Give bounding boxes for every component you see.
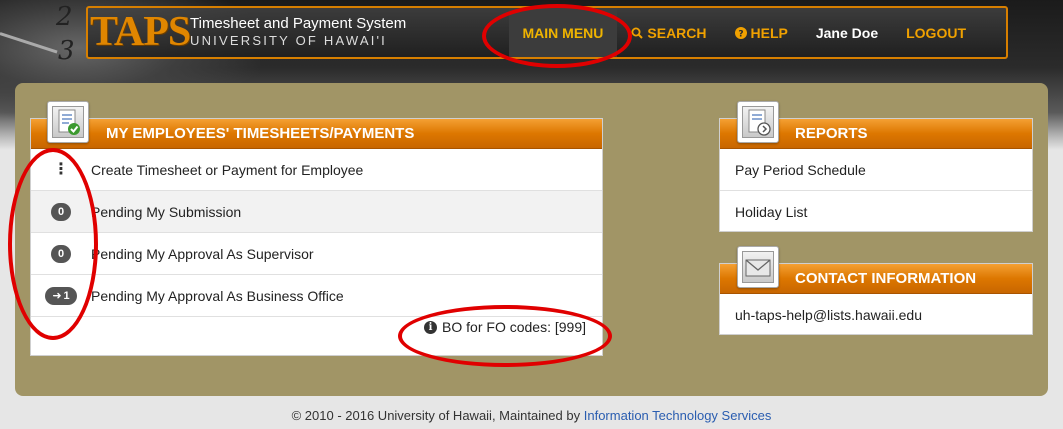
list-item-label: Create Timesheet or Payment for Employee (91, 161, 364, 178)
search-icon (631, 27, 644, 39)
kebab-menu-icon: ⋮ (53, 160, 69, 178)
report-link-holiday-list[interactable]: Holiday List (720, 191, 1032, 233)
list-item-pending-submission[interactable]: 0 Pending My Submission (31, 191, 602, 233)
nav-logout-label: LOGOUT (906, 24, 966, 41)
bo-codes-note: i BO for FO codes: [999] (424, 319, 586, 335)
employees-card-title: MY EMPLOYEES' TIMESHEETS/PAYMENTS (106, 125, 415, 142)
list-item-label: Pending My Submission (91, 203, 242, 220)
count-badge: 0 (51, 202, 71, 221)
user-name: Jane Doe (815, 24, 879, 41)
info-icon: i (424, 320, 438, 334)
list-item-label: Pending My Approval As Business Office (91, 287, 344, 304)
main-panel: MY EMPLOYEES' TIMESHEETS/PAYMENTS ⋮ Crea… (15, 83, 1048, 396)
report-link-label: Pay Period Schedule (735, 161, 866, 178)
nav-user[interactable]: Jane Doe (802, 8, 892, 57)
university-name: UNIVERSITY OF HAWAI'I (190, 33, 387, 48)
envelope-icon (737, 246, 779, 288)
report-link-pay-period[interactable]: Pay Period Schedule (720, 149, 1032, 191)
nav-search[interactable]: SEARCH (617, 8, 720, 57)
clock-hand (0, 32, 58, 54)
list-item-pending-supervisor[interactable]: 0 Pending My Approval As Supervisor (31, 233, 602, 275)
footer-text: © 2010 - 2016 University of Hawaii, Main… (291, 408, 581, 423)
list-item-pending-business-office[interactable]: ➜ 1 Pending My Approval As Business Offi… (31, 275, 602, 317)
report-document-icon (737, 101, 779, 143)
contact-email-link[interactable]: uh-taps-help@lists.hawaii.edu (720, 294, 1032, 336)
arrow-right-icon: ➜ (52, 290, 62, 302)
app-title: Timesheet and Payment System (190, 15, 407, 32)
taps-logo[interactable]: TAPS (90, 9, 191, 55)
list-item-label: Pending My Approval As Supervisor (91, 245, 314, 262)
reports-card: REPORTS Pay Period Schedule Holiday List (719, 101, 1033, 233)
main-nav: MAIN MENU SEARCH ? HELP Jane Doe LOGOUT (508, 8, 981, 57)
top-header-bar: TAPS Timesheet and Payment System UNIVER… (86, 6, 1008, 59)
report-link-label: Holiday List (735, 204, 808, 220)
clock-digit: 2 (56, 2, 73, 32)
count-badge: 0 (51, 244, 71, 263)
nav-logout[interactable]: LOGOUT (892, 8, 980, 57)
nav-help[interactable]: ? HELP (721, 8, 802, 57)
footer-its-link[interactable]: Information Technology Services (584, 408, 772, 423)
count-badge-value: 1 (63, 289, 70, 302)
list-item-create-timesheet[interactable]: ⋮ Create Timesheet or Payment for Employ… (31, 149, 602, 191)
contact-card-title: CONTACT INFORMATION (795, 270, 977, 287)
reports-card-title: REPORTS (795, 125, 868, 142)
contact-card: CONTACT INFORMATION uh-taps-help@lists.h… (719, 246, 1033, 336)
timesheet-check-icon (47, 101, 89, 143)
nav-help-label: HELP (750, 24, 788, 41)
question-circle-icon: ? (734, 26, 747, 39)
nav-main-menu-label: MAIN MENU (522, 24, 604, 41)
employees-card: MY EMPLOYEES' TIMESHEETS/PAYMENTS ⋮ Crea… (30, 101, 603, 356)
page-footer: © 2010 - 2016 University of Hawaii, Main… (0, 408, 1063, 423)
bo-codes-text: BO for FO codes: [999] (442, 319, 586, 335)
clock-digit: 3 (58, 36, 75, 66)
contact-email: uh-taps-help@lists.hawaii.edu (735, 307, 922, 323)
employees-card-header: MY EMPLOYEES' TIMESHEETS/PAYMENTS (31, 119, 602, 149)
count-badge: ➜ 1 (45, 286, 77, 305)
nav-main-menu[interactable]: MAIN MENU (508, 8, 618, 57)
svg-text:?: ? (738, 29, 743, 39)
nav-search-label: SEARCH (647, 24, 707, 41)
